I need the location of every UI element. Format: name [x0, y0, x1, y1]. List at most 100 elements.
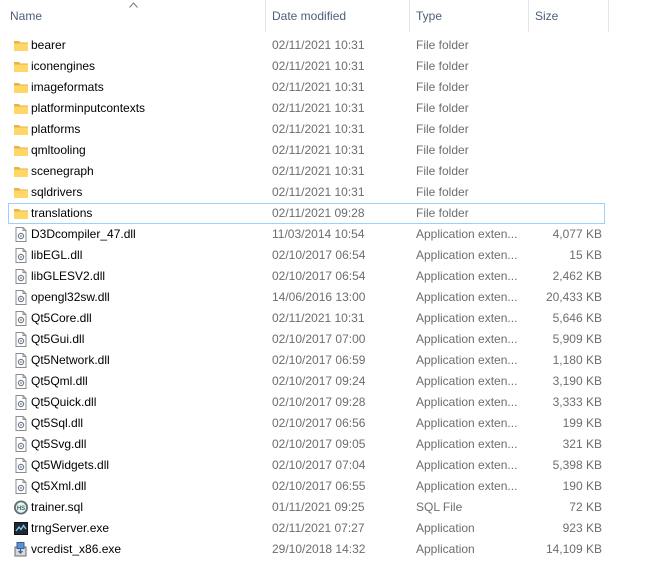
file-size: 3,190 KB — [552, 374, 602, 388]
file-date-modified: 02/10/2017 06:55 — [272, 479, 366, 493]
file-name: libEGL.dll — [31, 248, 83, 262]
dll-file-icon — [13, 226, 29, 243]
file-name: Qt5Svg.dll — [31, 437, 87, 451]
folder-icon — [13, 58, 29, 75]
dll-file-icon — [13, 394, 29, 411]
file-type: File folder — [416, 164, 469, 178]
file-size: 3,333 KB — [552, 395, 602, 409]
file-row[interactable]: Qt5Core.dll 02/11/2021 10:31 Application e… — [8, 308, 605, 329]
file-row[interactable]: Qt5Sql.dll 02/10/2017 06:56 Application ex… — [8, 413, 605, 434]
file-row[interactable]: libGLESV2.dll 02/10/2017 06:54 Application… — [8, 266, 605, 287]
file-name: Qt5Sql.dll — [31, 416, 84, 430]
file-row[interactable]: HS trainer.sql 01/11/2021 09:25 SQL File 72 … — [8, 497, 605, 518]
installer-exe-icon — [13, 541, 29, 558]
folder-icon — [13, 121, 29, 138]
file-name: Qt5Widgets.dll — [31, 458, 110, 472]
file-name: trngServer.exe — [31, 521, 110, 535]
file-size — [526, 162, 602, 181]
file-name: imageformats — [31, 80, 104, 94]
file-size: 321 KB — [562, 437, 602, 451]
dll-file-icon — [13, 478, 29, 495]
file-type: SQL File — [416, 500, 463, 514]
folder-icon — [13, 142, 29, 159]
file-row[interactable]: trngServer.exe 02/11/2021 07:27 Applicatio… — [8, 518, 605, 539]
file-size — [526, 141, 602, 160]
file-row[interactable]: Qt5Gui.dll 02/10/2017 07:00 Application ex… — [8, 329, 605, 350]
file-name: translations — [31, 206, 93, 220]
file-row[interactable]: Qt5Widgets.dll 02/10/2017 07:04 Applicatio… — [8, 455, 605, 476]
file-size: 923 KB — [562, 521, 602, 535]
file-size: 190 KB — [562, 479, 602, 493]
file-row[interactable]: opengl32sw.dll 14/06/2016 13:00 Applicatio… — [8, 287, 605, 308]
file-row[interactable]: scenegraph 02/11/2021 10:31 File folder — [8, 161, 605, 182]
column-header-type[interactable]: Type — [410, 0, 529, 32]
file-type: Application — [416, 542, 475, 556]
sort-ascending-icon — [129, 2, 138, 8]
file-date-modified: 02/11/2021 10:31 — [272, 59, 365, 73]
file-row[interactable]: qmltooling 02/11/2021 10:31 File folder — [8, 140, 605, 161]
file-row[interactable]: Qt5Quick.dll 02/10/2017 09:28 Application … — [8, 392, 605, 413]
file-type: Application — [416, 521, 475, 535]
folder-icon — [13, 37, 29, 54]
column-header-date-modified[interactable]: Date modified — [266, 0, 410, 32]
file-type: Application exten... — [416, 269, 518, 283]
file-type: Application exten... — [416, 311, 518, 325]
file-name: bearer — [31, 38, 66, 52]
file-date-modified: 01/11/2021 09:25 — [272, 500, 365, 514]
file-date-modified: 02/10/2017 06:59 — [272, 353, 366, 367]
file-row[interactable]: platforminputcontexts 02/11/2021 10:31 Fil… — [8, 98, 605, 119]
dll-file-icon — [13, 268, 29, 285]
file-type: Application exten... — [416, 248, 518, 262]
file-row[interactable]: sqldrivers 02/11/2021 10:31 File folder — [8, 182, 605, 203]
file-row[interactable]: D3Dcompiler_47.dll 11/03/2014 10:54 Applic… — [8, 224, 605, 245]
file-row[interactable]: vcredist_x86.exe 29/10/2018 14:32 Applicat… — [8, 539, 605, 560]
file-size: 4,077 KB — [552, 227, 602, 241]
file-name: vcredist_x86.exe — [31, 542, 122, 556]
file-row[interactable]: bearer 02/11/2021 10:31 File folder — [8, 35, 605, 56]
file-row[interactable]: translations 02/11/2021 09:28 File folder — [8, 203, 605, 224]
file-size: 1,180 KB — [552, 353, 602, 367]
file-date-modified: 29/10/2018 14:32 — [272, 542, 366, 556]
file-type: Application exten... — [416, 416, 518, 430]
folder-icon — [13, 184, 29, 201]
file-type: Application exten... — [416, 458, 518, 472]
file-date-modified: 02/11/2021 10:31 — [272, 164, 365, 178]
file-name: D3Dcompiler_47.dll — [31, 227, 136, 241]
file-size — [526, 183, 602, 202]
file-date-modified: 02/11/2021 10:31 — [272, 143, 365, 157]
file-row[interactable]: Qt5Network.dll 02/10/2017 06:59 Applicatio… — [8, 350, 605, 371]
file-type: File folder — [416, 101, 469, 115]
file-date-modified: 02/10/2017 06:54 — [272, 269, 366, 283]
file-date-modified: 02/10/2017 06:56 — [272, 416, 366, 430]
sql-file-icon: HS — [13, 499, 29, 516]
file-row[interactable]: iconengines 02/11/2021 10:31 File folder — [8, 56, 605, 77]
file-name: Qt5Qml.dll — [31, 374, 88, 388]
file-size: 2,462 KB — [552, 269, 602, 283]
file-date-modified: 02/11/2021 07:27 — [272, 521, 365, 535]
file-date-modified: 02/10/2017 07:04 — [272, 458, 366, 472]
file-size — [526, 36, 602, 55]
file-row[interactable]: libEGL.dll 02/10/2017 06:54 Application ex… — [8, 245, 605, 266]
file-name: opengl32sw.dll — [31, 290, 110, 304]
file-row[interactable]: imageformats 02/11/2021 10:31 File folder — [8, 77, 605, 98]
file-date-modified: 02/11/2021 10:31 — [272, 122, 365, 136]
file-row[interactable]: Qt5Xml.dll 02/10/2017 06:55 Application ex… — [8, 476, 605, 497]
file-type: Application exten... — [416, 290, 518, 304]
file-row[interactable]: platforms 02/11/2021 10:31 File folder — [8, 119, 605, 140]
file-type: Application exten... — [416, 437, 518, 451]
file-size — [526, 120, 602, 139]
file-type: File folder — [416, 143, 469, 157]
file-date-modified: 02/10/2017 07:00 — [272, 332, 366, 346]
dll-file-icon — [13, 436, 29, 453]
file-name: libGLESV2.dll — [31, 269, 106, 283]
dll-file-icon — [13, 247, 29, 264]
file-type: Application exten... — [416, 227, 518, 241]
file-name: Qt5Quick.dll — [31, 395, 97, 409]
file-date-modified: 11/03/2014 10:54 — [272, 227, 365, 241]
column-header-size[interactable]: Size — [529, 0, 609, 32]
file-type: Application exten... — [416, 332, 518, 346]
file-row[interactable]: Qt5Svg.dll 02/10/2017 09:05 Application ex… — [8, 434, 605, 455]
file-name: platforms — [31, 122, 81, 136]
file-row[interactable]: Qt5Qml.dll 02/10/2017 09:24 Application ex… — [8, 371, 605, 392]
file-type: Application exten... — [416, 395, 518, 409]
